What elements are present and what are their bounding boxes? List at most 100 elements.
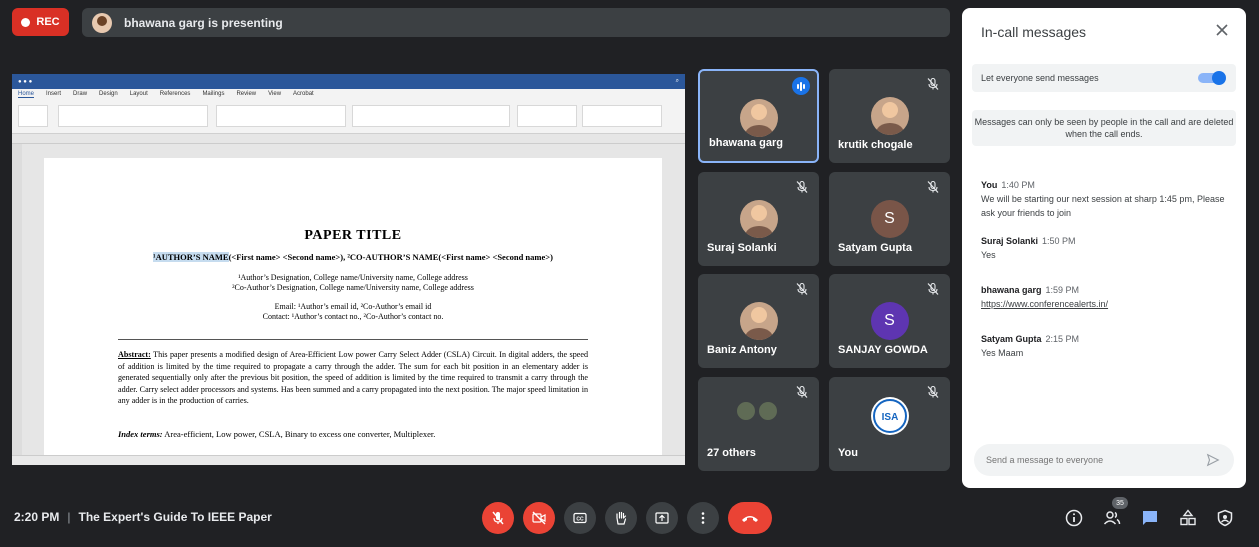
captions-button[interactable]: CC <box>564 502 596 534</box>
mic-muted-icon <box>926 180 940 194</box>
mic-muted-icon <box>926 282 940 296</box>
section-divider <box>118 339 588 340</box>
chat-message: Suraj Solanki 1:50 PM Yes <box>981 234 1233 262</box>
participant-name: Satyam Gupta <box>838 242 912 254</box>
acrobat-group <box>582 105 662 127</box>
avatar <box>739 302 778 340</box>
hang-up-icon <box>742 516 758 522</box>
paper-affiliations: ¹Author’s Designation, College name/Univ… <box>44 273 662 293</box>
more-vert-icon <box>701 512 705 524</box>
avatar-initial: S <box>884 312 895 329</box>
activities-button[interactable] <box>1178 508 1198 528</box>
participant-tile[interactable]: krutik chogale <box>829 69 950 163</box>
avatar <box>739 200 778 238</box>
participant-tile[interactable]: S Satyam Gupta <box>829 172 950 266</box>
people-button[interactable] <box>1102 508 1122 528</box>
send-icon[interactable] <box>1206 453 1220 467</box>
message-time: 1:59 PM <box>1045 285 1080 295</box>
recording-badge: REC <box>12 8 69 36</box>
meeting-details-button[interactable] <box>1064 508 1084 528</box>
participant-name: You <box>838 447 858 459</box>
paragraph-group <box>216 105 346 127</box>
send-messages-toggle[interactable] <box>1198 71 1226 85</box>
paper-contacts: Email: ¹Author’s email id, ²Co-Author’s … <box>44 302 662 322</box>
chat-message-input[interactable] <box>974 444 1234 476</box>
participant-name: bhawana garg <box>709 137 783 149</box>
index-label: Index terms: <box>118 429 163 439</box>
message-sender: bhawana garg <box>981 285 1042 295</box>
mic-toggle-button[interactable] <box>482 502 514 534</box>
mic-muted-icon <box>926 385 940 399</box>
mic-off-icon <box>492 511 504 525</box>
message-text: We will be starting our next session at … <box>981 194 1225 218</box>
ribbon-tab: Design <box>99 91 118 97</box>
presenting-banner: bhawana garg is presenting <box>82 8 950 37</box>
word-status-bar <box>12 455 685 465</box>
present-icon <box>655 512 669 524</box>
more-options-button[interactable] <box>687 502 719 534</box>
participant-name: Suraj Solanki <box>707 242 777 254</box>
participant-tile[interactable]: Baniz Antony <box>698 274 819 368</box>
chat-panel: In-call messages Let everyone send messa… <box>962 8 1246 488</box>
paper-title: PAPER TITLE <box>304 228 402 243</box>
close-icon[interactable] <box>1214 22 1230 38</box>
message-text: Yes Maam <box>981 348 1024 358</box>
font-group <box>58 105 208 127</box>
message-sender: Satyam Gupta <box>981 334 1042 344</box>
authors-rest: (<First name> <Second name>), ²CO-AUTHOR… <box>228 252 553 262</box>
participant-tile[interactable]: S SANJAY GOWDA <box>829 274 950 368</box>
people-icon <box>1103 511 1121 525</box>
presenter-avatar <box>92 12 112 33</box>
document-page: PAPER TITLE ¹AUTHOR’S NAME(<First name> … <box>44 158 662 455</box>
camera-toggle-button[interactable] <box>523 502 555 534</box>
host-controls-button[interactable] <box>1215 508 1235 528</box>
raise-hand-button[interactable] <box>605 502 637 534</box>
word-ribbon-tabs: Home Insert Draw Design Layout References Mail… <box>12 89 685 99</box>
document-area: PAPER TITLE ¹AUTHOR’S NAME(<First name> … <box>12 144 685 455</box>
message-link[interactable]: https://www.conferencealerts.in/ <box>981 299 1108 309</box>
mic-muted-icon <box>926 77 940 91</box>
ribbon-tab: References <box>159 91 191 97</box>
activities-icon <box>1180 509 1196 526</box>
participant-name: Baniz Antony <box>707 344 777 356</box>
email-line: Email: ¹Author’s email id, ²Co-Author’s … <box>274 302 432 311</box>
chat-message: Satyam Gupta 2:15 PM Yes Maam <box>981 332 1233 360</box>
paper-authors: ¹AUTHOR’S NAME(<First name> <Second name… <box>44 252 662 262</box>
mic-muted-icon <box>795 180 809 194</box>
leave-call-button[interactable] <box>728 502 772 534</box>
record-dot-icon <box>21 17 31 27</box>
recording-label: REC <box>36 16 60 28</box>
participant-name: krutik chogale <box>838 139 913 151</box>
ribbon-tab: Review <box>236 91 257 97</box>
participant-name: SANJAY GOWDA <box>838 344 928 356</box>
abstract-label: Abstract: <box>118 350 151 359</box>
index-text: Area-efficient, Low power, CSLA, Binary … <box>162 429 436 439</box>
participant-tile[interactable]: 27 others <box>698 377 819 471</box>
ribbon-tab: Acrobat <box>293 91 314 97</box>
present-button[interactable] <box>646 502 678 534</box>
message-time: 1:40 PM <box>1001 180 1035 190</box>
participant-tile[interactable]: ISA You <box>829 377 950 471</box>
avatar: S <box>870 200 909 238</box>
abstract-text: This paper presents a modified design of… <box>118 350 588 405</box>
chat-button[interactable] <box>1140 508 1160 528</box>
avatar: ISA <box>870 397 909 435</box>
chat-icon <box>1143 511 1157 525</box>
meeting-title: The Expert's Guide To IEEE Paper <box>78 510 272 524</box>
word-search-icon: ⌕ <box>675 78 679 84</box>
message-sender: Suraj Solanki <box>981 236 1039 246</box>
participant-tile[interactable]: bhawana garg <box>698 69 819 163</box>
ribbon-tab: Insert <box>46 91 62 97</box>
ribbon-tab: Draw <box>73 91 88 97</box>
presenting-text: bhawana garg is presenting <box>124 15 283 30</box>
shared-screen[interactable]: ● ● ● ⌕ Home Insert Draw Design Layout Refere… <box>12 74 685 465</box>
camera-off-icon <box>532 511 546 525</box>
avatar <box>736 401 756 421</box>
paper-index-terms: Index terms: Area-efficient, Low power, … <box>118 429 588 439</box>
paper-abstract: Abstract: This paper presents a modified… <box>118 349 588 407</box>
affiliation-1: ¹Author’s Designation, College name/Univ… <box>238 273 468 282</box>
meeting-separator: | <box>67 510 71 524</box>
captions-icon: CC <box>573 512 587 524</box>
avatar-initial: S <box>884 210 895 227</box>
participant-tile[interactable]: Suraj Solanki <box>698 172 819 266</box>
